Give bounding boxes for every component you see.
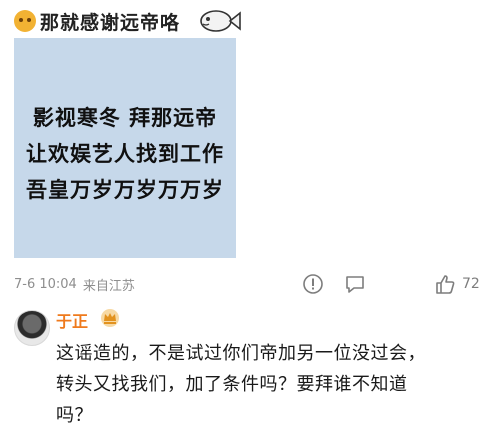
comment-text: 这谣造的，不是试过你们帝加另一位没过会， 转头又找我们，加了条件吗？要拜谁不知道… [56,338,486,431]
grinning-emoji-icon [14,10,36,32]
post-image[interactable]: 影视寒冬 拜那远帝 让欢娱艺人找到工作 吾皇万岁万岁万万岁 [14,38,236,258]
like-count: 72 [462,276,480,292]
post-time: 7-6 10:04 [14,276,77,292]
like-button[interactable]: 72 [434,272,480,296]
fish-sticker-icon [200,10,241,32]
comment-line: 转头又找我们，加了条件吗？要拜谁不知道 [56,374,408,395]
comment-line: 吗？ [56,405,93,426]
comment-icon [346,276,364,293]
vip-crown-icon [101,309,119,327]
comment-author[interactable]: 于正 [56,308,88,332]
avatar[interactable] [14,310,50,346]
image-text-line: 影视寒冬 拜那远帝 [32,106,218,130]
comment-button[interactable] [344,272,366,296]
image-text-line: 让欢娱艺人找到工作 [26,142,224,166]
report-button[interactable] [302,272,324,296]
post-meta: 7-6 10:04 来自江苏 72 [14,272,488,296]
post-location: 来自江苏 [82,278,135,294]
comment-line: 这谣造的，不是试过你们帝加另一位没过会， [56,343,426,364]
post-header: 那就感谢远帝咯 [14,6,180,36]
image-text-line: 吾皇万岁万岁万万岁 [26,178,224,202]
alert-icon [303,274,323,294]
post-text: 那就感谢远帝咯 [40,11,181,34]
thumbs-up-icon [436,275,455,294]
